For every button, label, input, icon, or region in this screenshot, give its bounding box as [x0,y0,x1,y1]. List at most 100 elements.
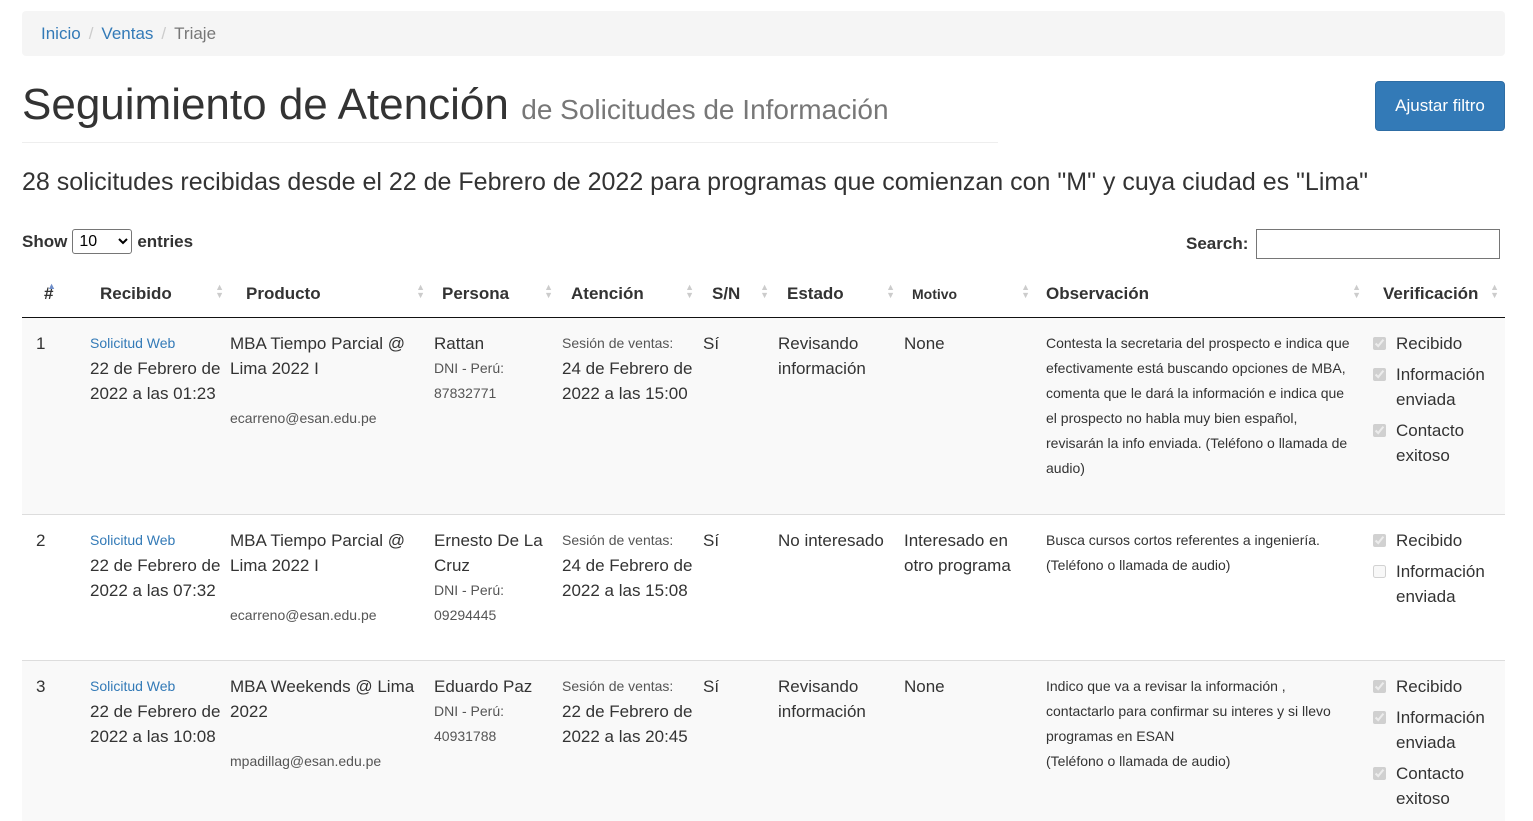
sort-icon: ▲ ▼ [1352,282,1361,300]
request-source: Solicitud Web [90,532,176,548]
table-search: Search: [1186,229,1501,259]
check-label: Información enviada [1396,562,1485,606]
column-header-status[interactable]: Estado ▲ ▼ [775,270,901,318]
session-label: Sesión de ventas: [562,532,674,548]
requests-table: # ▲ Recibido ▲ ▼ Producto ▲ ▼ Persona ▲ ▼ Atenc… [22,270,1505,821]
attention-date: 22 de Febrero de 2022 a las 20:45 [562,702,693,746]
table-row: 1 Solicitud Web 22 de Febrero de 2022 a … [22,317,1505,515]
person-name: Rattan [434,334,485,353]
breadcrumb-sales[interactable]: Ventas [101,24,153,44]
table-row: 3 Solicitud Web 22 de Febrero de 2022 a … [22,660,1505,821]
observation-text: Indico que va a revisar la información ,… [1046,678,1331,744]
sn-value: Sí [700,660,775,821]
breadcrumb-separator: / [161,23,167,43]
product-name: MBA Weekends @ Lima 2022 [230,677,415,721]
observation-channel: (Teléfono o llamada de audio) [1046,753,1231,769]
contact-success-checkbox[interactable] [1373,767,1386,780]
column-header-reason[interactable]: Motivo ▲ ▼ [901,270,1036,318]
check-received: Recibido [1367,674,1505,699]
table-row: 2 Solicitud Web 22 de Febrero de 2022 a … [22,514,1505,661]
row-number: 2 [22,514,90,661]
sort-icon: ▲ ▼ [215,282,224,300]
column-header-received[interactable]: Recibido ▲ ▼ [90,270,230,318]
column-header-attention[interactable]: Atención ▲ ▼ [559,270,700,318]
breadcrumb-home[interactable]: Inicio [41,24,81,44]
column-header-observation[interactable]: Observación ▲ ▼ [1036,270,1367,318]
request-source: Solicitud Web [90,335,176,351]
check-received: Recibido [1367,528,1505,553]
adjust-filter-button[interactable]: Ajustar filtro [1375,81,1505,131]
received-checkbox[interactable] [1373,337,1386,350]
sort-icon: ▲ ▼ [416,282,425,300]
column-header-product[interactable]: Producto ▲ ▼ [230,270,431,318]
column-header-sn[interactable]: S/N ▲ ▼ [700,270,775,318]
status-link[interactable]: No interesado [775,514,901,661]
received-checkbox[interactable] [1373,680,1386,693]
sn-value: Sí [700,317,775,515]
check-contact-success: Contacto exitoso [1367,761,1505,811]
search-label: Search: [1186,234,1249,253]
search-input[interactable] [1256,229,1501,259]
reason-value: None [901,317,1036,515]
attention-date: 24 de Febrero de 2022 a las 15:08 [562,556,693,600]
breadcrumb-separator: / [88,23,94,43]
person-document: DNI - Perú: 40931788 [434,703,505,744]
sn-value: Sí [700,514,775,661]
sort-icon: ▲ ▼ [544,282,553,300]
observation-text: Contesta la secretaria del prospecto e i… [1036,317,1367,515]
reason-value: None [901,660,1036,821]
check-label: Recibido [1396,334,1463,353]
check-info-sent: Información enviada [1367,559,1505,609]
breadcrumb-current: Triaje [174,23,217,43]
sort-icon: ▲ ▼ [685,282,694,300]
check-label: Recibido [1396,531,1463,550]
received-date: 22 de Febrero de 2022 a las 07:32 [90,556,221,600]
request-source: Solicitud Web [90,678,176,694]
advisor-email: ecarreno@esan.edu.pe [230,607,377,623]
entries-length-control: Show 10 entries [22,229,193,254]
entries-select[interactable]: 10 [72,229,133,254]
column-header-verification[interactable]: Verificación ▲ ▼ [1367,270,1505,318]
attention-date: 24 de Febrero de 2022 a las 15:00 [562,359,693,403]
session-label: Sesión de ventas: [562,335,674,351]
status-link[interactable]: Revisando información [775,317,901,515]
received-date: 22 de Febrero de 2022 a las 01:23 [90,359,221,403]
session-label: Sesión de ventas: [562,678,674,694]
check-label: Contacto exitoso [1396,764,1465,808]
received-date: 22 de Febrero de 2022 a las 10:08 [90,702,221,746]
info-sent-checkbox[interactable] [1373,368,1386,381]
check-label: Información enviada [1396,365,1485,409]
info-sent-checkbox[interactable] [1373,565,1386,578]
product-name: MBA Tiempo Parcial @ Lima 2022 I [230,334,406,378]
check-received: Recibido [1367,331,1505,356]
page-header: Seguimiento de Atención de Solicitudes d… [22,80,998,143]
observation-text: Busca cursos cortos referentes a ingenie… [1036,514,1367,661]
table-header-row: # ▲ Recibido ▲ ▼ Producto ▲ ▼ Persona ▲ ▼ Atenc… [22,270,1505,318]
person-document: DNI - Perú: 09294445 [434,582,505,623]
person-name: Eduardo Paz [434,677,533,696]
sort-asc-icon: ▲ [47,281,56,291]
contact-success-checkbox[interactable] [1373,424,1386,437]
sort-icon: ▲ ▼ [886,282,895,300]
received-checkbox[interactable] [1373,534,1386,547]
summary-text: 28 solicitudes recibidas desde el 22 de … [22,168,1368,196]
check-label: Información enviada [1396,708,1485,752]
reason-value: Interesado en otro programa [901,514,1036,661]
check-info-sent: Información enviada [1367,362,1505,412]
check-contact-success: Contacto exitoso [1367,418,1505,468]
sort-icon: ▲ ▼ [760,282,769,300]
info-sent-checkbox[interactable] [1373,711,1386,724]
breadcrumb: Inicio / Ventas / Triaje [22,11,1505,56]
entries-label: entries [137,231,194,251]
sort-icon: ▲ ▼ [1490,282,1499,300]
row-number: 3 [22,660,90,821]
column-header-num[interactable]: # ▲ [22,270,90,318]
status-link[interactable]: Revisando información [775,660,901,821]
check-info-sent: Información enviada [1367,705,1505,755]
show-label: Show [22,231,68,251]
column-header-person[interactable]: Persona ▲ ▼ [431,270,559,318]
sort-icon: ▲ ▼ [1021,282,1030,300]
person-document: DNI - Perú: 87832771 [434,360,505,401]
check-label: Recibido [1396,677,1463,696]
product-name: MBA Tiempo Parcial @ Lima 2022 I [230,531,406,575]
